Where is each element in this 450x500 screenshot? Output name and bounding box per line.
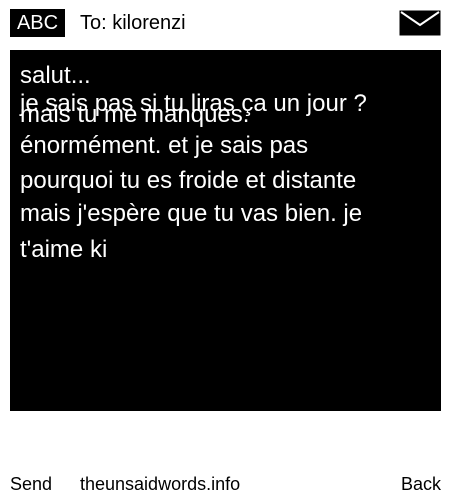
send-button[interactable]: Send: [10, 470, 52, 498]
message-line: pourquoi tu es froide et distante: [20, 167, 357, 194]
message-line: énormément. et je sais pas: [20, 132, 309, 159]
message-line: mais tu me manques.: [20, 101, 250, 128]
phone-screen: ABC To: kilorenzi salut... je sais pas s…: [0, 0, 450, 500]
envelope-icon: [399, 10, 441, 36]
message-line: mais j'espère que tu vas bien. je: [20, 200, 363, 227]
message-body[interactable]: salut... je sais pas si tu liras ça un j…: [10, 50, 441, 411]
recipient-line[interactable]: To: kilorenzi: [80, 11, 186, 35]
softkey-bar: Send theunsaidwords.info Back: [0, 470, 450, 498]
input-mode-badge[interactable]: ABC: [10, 9, 65, 37]
site-label: theunsaidwords.info: [80, 474, 241, 494]
back-button[interactable]: Back: [401, 470, 441, 498]
message-line: t'aime ki: [20, 236, 108, 263]
